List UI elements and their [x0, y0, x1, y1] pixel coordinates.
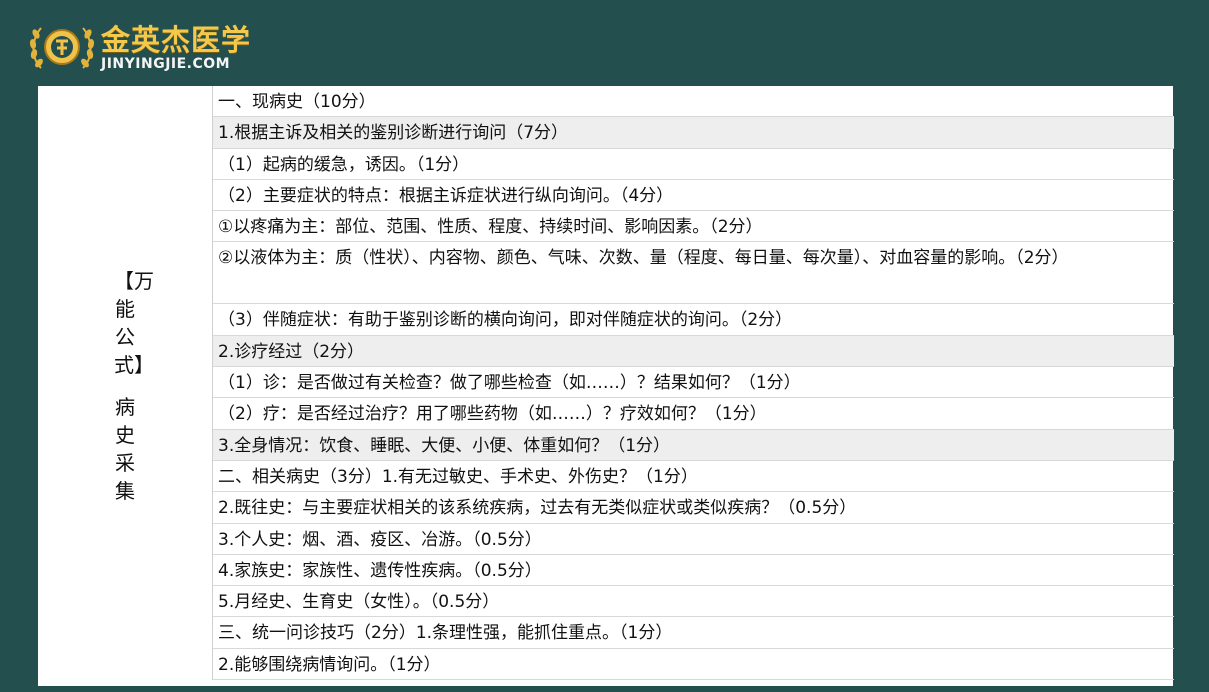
side-label-column: 【万能公式】 病史采集	[38, 86, 212, 686]
table-row: 5.月经史、生育史（女性）。（0.5分）	[213, 586, 1174, 618]
table-row: （3）伴随症状：有助于鉴别诊断的横向询问，即对伴随症状的询问。（2分）	[213, 304, 1174, 336]
table-row: ①以疼痛为主：部位、范围、性质、程度、持续时间、影响因素。（2分）	[213, 211, 1174, 243]
side-label-topic: 病史采集	[115, 395, 135, 503]
table-row: 3.全身情况：饮食、睡眠、大便、小便、体重如何？（1分）	[213, 429, 1174, 461]
brand-name-en: JINYINGJIE.COM	[101, 56, 231, 72]
table-row: （1）诊：是否做过有关检查？做了哪些检查（如……）？结果如何？（1分）	[213, 367, 1174, 399]
table-row: 4.家族史：家族性、遗传性疾病。（0.5分）	[213, 555, 1174, 587]
table-row: 1.根据主诉及相关的鉴别诊断进行询问（7分）	[213, 117, 1174, 149]
header-bar: 金英杰医学 JINYINGJIE.COM	[0, 0, 1209, 88]
table-row: （2）疗：是否经过治疗？用了哪些药物（如……）？疗效如何？（1分）	[213, 398, 1174, 430]
table-row: （2）主要症状的特点：根据主诉症状进行纵向询问。（4分）	[213, 180, 1174, 212]
table-row: 2.能够围绕病情询问。（1分）	[213, 649, 1174, 681]
table-row: 3.个人史：烟、酒、疫区、冶游。（0.5分）	[213, 524, 1174, 555]
table-row: 2.诊疗经过（2分）	[213, 335, 1174, 368]
brand-logo: 金英杰医学 JINYINGJIE.COM	[27, 20, 251, 76]
table-row: 一、现病史（10分）	[213, 86, 1174, 118]
table-row: ②以液体为主：质（性状）、内容物、颜色、气味、次数、量（程度、每日量、每次量）、…	[213, 242, 1174, 305]
content-table: 一、现病史（10分） 1.根据主诉及相关的鉴别诊断进行询问（7分） （1）起病的缓急…	[212, 86, 1174, 681]
content-panel: 【万能公式】 病史采集 一、现病史（10分） 1.根据主诉及相关的鉴别诊断进行询问…	[38, 86, 1174, 686]
side-label-formula: 【万能公式】	[114, 269, 154, 377]
side-label: 【万能公式】 病史采集	[114, 267, 154, 505]
table-row: 2.既往史：与主要症状相关的该系统疾病，过去有无类似症状或类似疾病？（0.5分）	[213, 492, 1174, 524]
table-row: 三、统一问诊技巧（2分）1.条理性强，能抓住重点。（1分）	[213, 617, 1174, 649]
table-row: （1）起病的缓急，诱因。（1分）	[213, 149, 1174, 180]
brand-name-cn: 金英杰医学	[101, 23, 252, 57]
table-row: 二、相关病史（3分）1.有无过敏史、手术史、外伤史？（1分）	[213, 461, 1174, 493]
laurel-emblem-icon	[29, 27, 95, 69]
